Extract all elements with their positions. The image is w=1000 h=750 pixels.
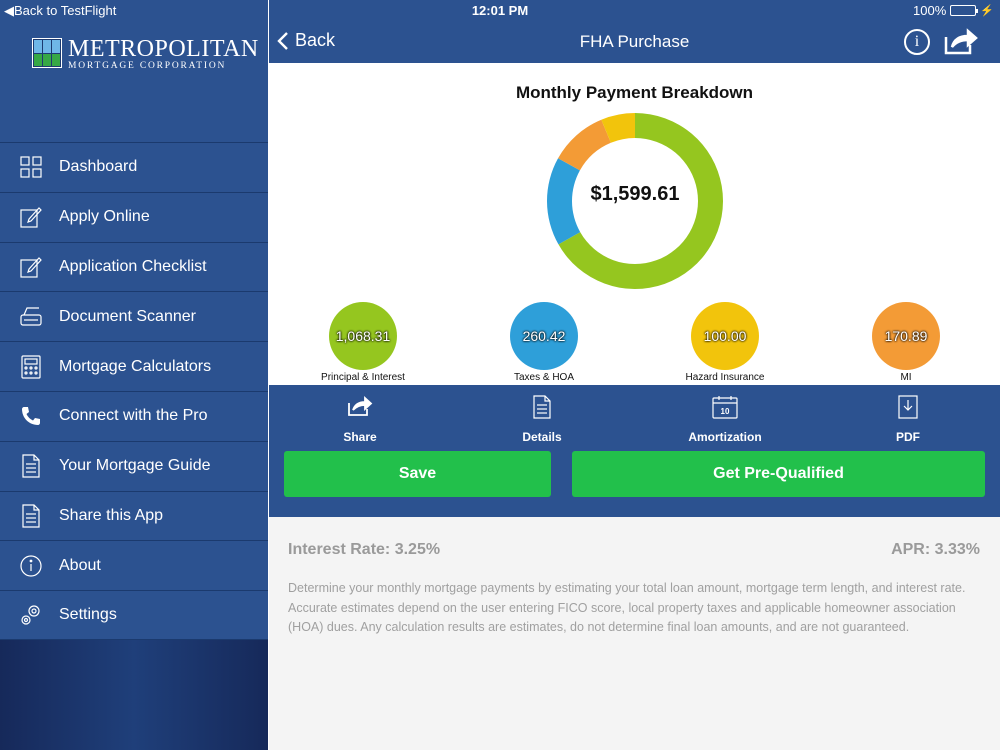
breakdown-title: Monthly Payment Breakdown — [515, 83, 754, 102]
info-icon — [19, 554, 43, 578]
sidebar-item-label: Application Checklist — [59, 257, 207, 275]
rate-info-panel: Interest Rate: 3.25% APR: 3.33% Determin… — [269, 517, 1000, 750]
scanner-icon — [19, 305, 43, 329]
grid-icon — [19, 155, 43, 179]
edit-icon — [19, 255, 43, 279]
sidebar-item-label: About — [59, 556, 101, 574]
sidebar-item-label: Document Scanner — [59, 307, 196, 325]
bubble-circle: 170.89 — [872, 302, 940, 370]
sidebar-item-label: Mortgage Calculators — [59, 357, 212, 375]
sidebar-item-your-mortgage-guide[interactable]: Your Mortgage Guide — [0, 440, 268, 491]
calculator-description: Determine your monthly mortgage payments… — [288, 581, 966, 634]
sidebar-footer — [0, 640, 268, 750]
sidebar-item-label: Connect with the Pro — [59, 407, 208, 425]
sidebar-item-application-checklist[interactable]: Application Checklist — [0, 241, 268, 292]
pdf-action-label: PDF — [896, 430, 920, 444]
bubble-circle: 1,068.31 — [329, 302, 397, 370]
battery-indicator: 100% ⚡ — [913, 3, 994, 18]
interest-rate: Interest Rate: 3.25% — [288, 541, 441, 558]
amortization-action[interactable]: 10 Amortization — [665, 395, 785, 444]
sidebar-item-document-scanner[interactable]: Document Scanner — [0, 291, 268, 341]
bubble-label: Hazard Insurance — [685, 372, 765, 383]
sidebar-item-mortgage-calculators[interactable]: Mortgage Calculators — [0, 341, 268, 391]
share-icon — [944, 28, 978, 55]
document-icon — [19, 454, 43, 478]
sidebar-item-label: Your Mortgage Guide — [59, 457, 211, 475]
info-icon: i — [914, 33, 920, 50]
brand-name: Metropolitan — [68, 36, 259, 62]
bubble-hazard-insurance[interactable]: 100.00 Hazard Insurance — [675, 302, 775, 383]
details-action-label: Details — [522, 430, 562, 444]
status-time: 12:01 PM — [471, 3, 529, 18]
status-bar: ◀Back to TestFlight 12:01 PM 100% ⚡ — [0, 0, 1000, 20]
sidebar: Metropolitan MORTGAGE CORPORATION Dashbo… — [0, 0, 268, 750]
amortization-action-label: Amortization — [688, 430, 762, 444]
sidebar-item-share-this-app[interactable]: Share this App — [0, 490, 268, 541]
phone-icon — [19, 404, 43, 428]
share-icon — [348, 395, 373, 416]
save-button[interactable]: Save — [284, 451, 551, 497]
bubble-label: Principal & Interest — [321, 372, 405, 383]
brand-subtitle: MORTGAGE CORPORATION — [68, 61, 227, 71]
battery-icon — [950, 5, 979, 16]
sidebar-item-label: Apply Online — [59, 208, 150, 226]
info-button[interactable]: i — [904, 29, 930, 55]
action-bar: Share Details 10 Amortization PDF Save G… — [269, 385, 1000, 517]
sidebar-menu: Dashboard Apply Online Application Check… — [0, 142, 268, 640]
sidebar-item-apply-online[interactable]: Apply Online — [0, 191, 268, 242]
bubble-principal-interest[interactable]: 1,068.31 Principal & Interest — [313, 302, 413, 383]
page-title: FHA Purchase — [579, 32, 690, 51]
sidebar-item-about[interactable]: About — [0, 540, 268, 590]
pdf-action[interactable]: PDF — [848, 395, 968, 444]
sidebar-item-dashboard[interactable]: Dashboard — [0, 142, 268, 192]
edit-icon — [19, 205, 43, 229]
details-action[interactable]: Details — [482, 395, 602, 444]
apr-value: APR: 3.33% — [891, 541, 980, 558]
payment-breakdown-panel: Monthly Payment Breakdown $1,599.61 1,06… — [269, 63, 1000, 385]
charging-icon: ⚡ — [980, 5, 994, 17]
logo-mark-icon — [32, 38, 62, 68]
battery-percent: 100% — [913, 3, 947, 18]
share-button[interactable] — [944, 27, 978, 55]
bubble-mi[interactable]: 170.89 MI — [856, 302, 956, 383]
main-content: Monthly Payment Breakdown $1,599.61 1,06… — [269, 63, 1000, 750]
calendar-icon: 10 — [712, 396, 738, 419]
bubble-label: Taxes & HOA — [513, 372, 575, 383]
pdf-download-icon — [898, 395, 918, 419]
bubble-label: MI — [900, 372, 912, 383]
sidebar-item-label: Share this App — [59, 506, 164, 524]
gear-icon — [19, 603, 43, 627]
bubble-taxes-hoa[interactable]: 260.42 Taxes & HOA — [494, 302, 594, 383]
document-icon — [19, 504, 43, 528]
sidebar-item-label: Dashboard — [59, 158, 138, 176]
bubble-circle: 260.42 — [510, 302, 578, 370]
share-action-label: Share — [343, 430, 377, 444]
sidebar-item-settings[interactable]: Settings — [0, 590, 268, 640]
bubble-circle: 100.00 — [691, 302, 759, 370]
calendar-day: 10 — [721, 407, 730, 416]
brand-logo: Metropolitan MORTGAGE CORPORATION — [32, 36, 258, 74]
sidebar-item-connect-with-the-pro[interactable]: Connect with the Pro — [0, 390, 268, 441]
total-payment: $1,599.61 — [590, 183, 680, 205]
calculator-icon — [19, 354, 43, 379]
sidebar-item-label: Settings — [59, 606, 117, 624]
share-action[interactable]: Share — [300, 395, 420, 444]
get-pre-qualified-button[interactable]: Get Pre-Qualified — [572, 451, 985, 497]
document-icon — [533, 395, 551, 419]
